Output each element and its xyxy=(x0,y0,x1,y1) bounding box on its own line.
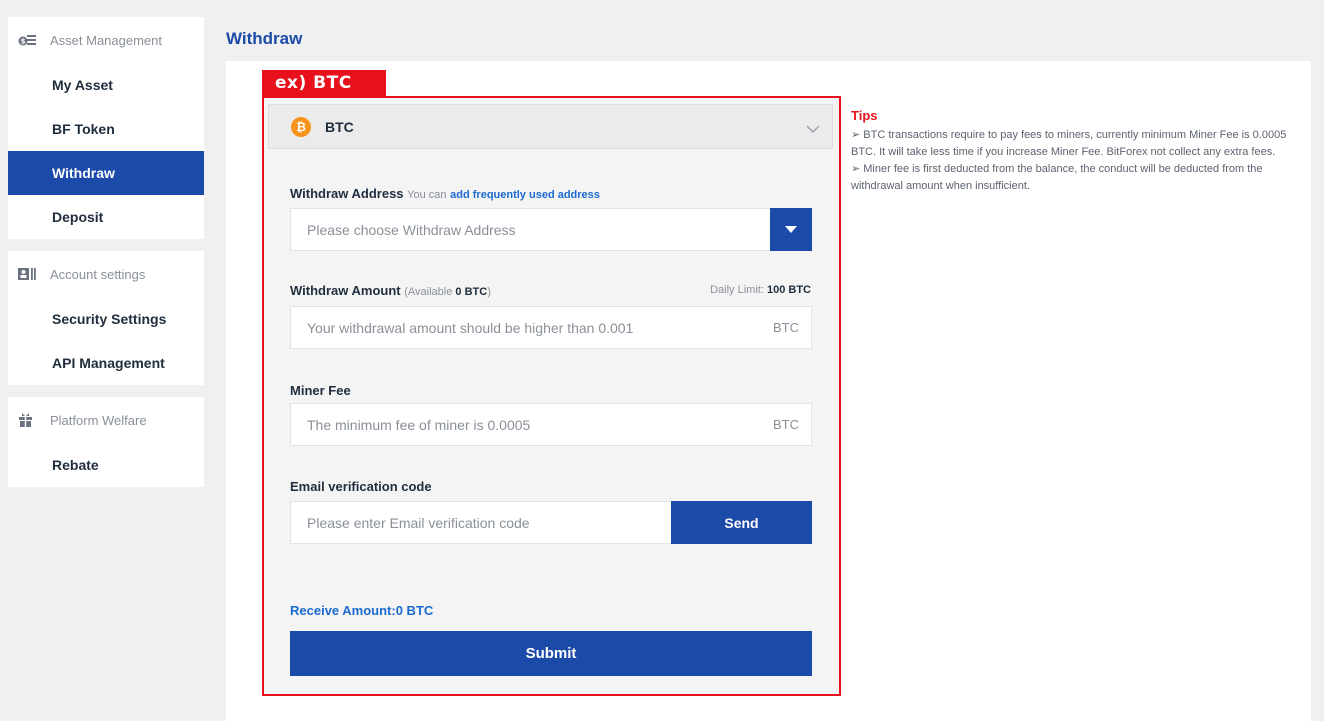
withdraw-form: Withdraw Address You can add frequently … xyxy=(268,150,833,690)
coin-select[interactable]: ₿ BTC xyxy=(268,104,833,149)
send-code-button[interactable]: Send xyxy=(671,501,812,544)
page-title: Withdraw xyxy=(226,29,303,48)
sidebar-header-label: Platform Welfare xyxy=(50,412,147,428)
sidebar-header-platform-welfare: Platform Welfare xyxy=(8,397,204,443)
withdraw-address-label: Withdraw Address You can add frequently … xyxy=(290,186,600,201)
daily-limit: Daily Limit: 100 BTC xyxy=(710,284,811,296)
email-code-field[interactable] xyxy=(290,501,672,544)
chevron-down-icon xyxy=(806,121,820,133)
withdraw-amount-field[interactable]: BTC xyxy=(290,306,812,349)
email-code-label: Email verification code xyxy=(290,479,432,494)
miner-fee-label: Miner Fee xyxy=(290,383,351,398)
withdraw-address-select[interactable] xyxy=(290,208,812,251)
bitcoin-icon: ₿ xyxy=(291,116,311,137)
amount-unit: BTC xyxy=(773,320,799,335)
caret-down-icon xyxy=(785,225,797,233)
sidebar-item-rebate[interactable]: Rebate xyxy=(8,443,204,487)
tips-line: ➢ BTC transactions require to pay fees t… xyxy=(851,129,1287,158)
sidebar-item-bf-token[interactable]: BF Token xyxy=(8,107,204,151)
sidebar-item-api-management[interactable]: API Management xyxy=(8,341,204,385)
example-label: ex) BTC xyxy=(262,70,386,97)
withdraw-amount-label: Withdraw Amount (Available 0 BTC) xyxy=(290,283,491,298)
withdraw-address-hint: You can xyxy=(407,189,447,201)
miner-fee-input[interactable] xyxy=(307,416,811,433)
sidebar-item-withdraw[interactable]: Withdraw xyxy=(8,151,204,195)
account-card-icon xyxy=(18,267,36,281)
sidebar-item-my-asset[interactable]: My Asset xyxy=(8,63,204,107)
sidebar-item-security-settings[interactable]: Security Settings xyxy=(8,297,204,341)
miner-fee-unit: BTC xyxy=(773,417,799,432)
sidebar: $ Asset Management My Asset BF Token Wit… xyxy=(8,17,204,499)
available-balance: (Available 0 BTC) xyxy=(404,286,491,298)
sidebar-header-account-settings: Account settings xyxy=(8,251,204,297)
address-dropdown-button[interactable] xyxy=(770,208,812,251)
email-code-input[interactable] xyxy=(307,514,671,531)
sidebar-header-label: Account settings xyxy=(50,266,146,282)
tips-line: ➢ Miner fee is first deducted from the b… xyxy=(851,163,1263,192)
sidebar-group-account-settings: Account settings Security Settings API M… xyxy=(8,251,204,385)
receive-amount: Receive Amount:0 BTC xyxy=(290,603,434,618)
submit-button[interactable]: Submit xyxy=(290,631,812,676)
miner-fee-field[interactable]: BTC xyxy=(290,403,812,446)
sidebar-header-asset-management: $ Asset Management xyxy=(8,17,204,63)
add-address-link[interactable]: add frequently used address xyxy=(450,189,600,201)
withdraw-amount-title: Withdraw Amount xyxy=(290,283,401,298)
sidebar-header-label: Asset Management xyxy=(50,32,163,48)
withdraw-amount-input[interactable] xyxy=(307,319,811,336)
coin-name: BTC xyxy=(325,118,354,135)
withdraw-address-input[interactable] xyxy=(307,221,811,238)
tips-panel: Tips ➢ BTC transactions require to pay f… xyxy=(851,108,1291,195)
sidebar-item-deposit[interactable]: Deposit xyxy=(8,195,204,239)
withdraw-address-title: Withdraw Address xyxy=(290,186,404,201)
sidebar-group-platform-welfare: Platform Welfare Rebate xyxy=(8,397,204,487)
wallet-icon: $ xyxy=(18,33,36,47)
svg-text:$: $ xyxy=(21,38,26,46)
sidebar-group-asset-management: $ Asset Management My Asset BF Token Wit… xyxy=(8,17,204,239)
tips-title: Tips xyxy=(851,108,878,123)
gift-icon xyxy=(18,413,36,427)
